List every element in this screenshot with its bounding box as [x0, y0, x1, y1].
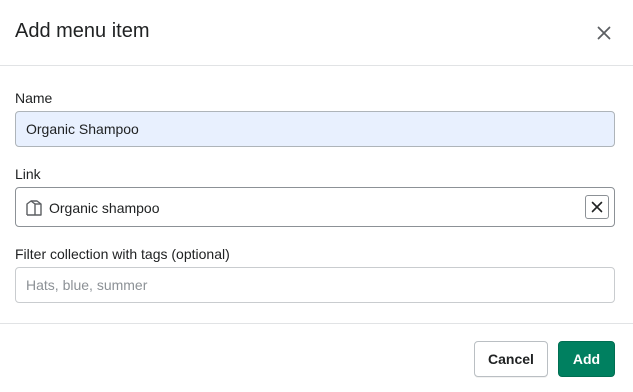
close-button[interactable] [590, 19, 618, 47]
modal-header: Add menu item [0, 0, 633, 66]
close-icon [591, 201, 603, 213]
link-field[interactable]: Organic shampoo [15, 187, 615, 227]
name-input[interactable] [16, 112, 614, 146]
tags-field[interactable] [15, 267, 615, 303]
name-label: Name [15, 90, 53, 106]
clear-link-button[interactable] [585, 195, 609, 219]
collection-icon [26, 200, 42, 216]
tags-input[interactable] [16, 268, 614, 302]
cancel-button[interactable]: Cancel [474, 341, 548, 377]
link-value: Organic shampoo [49, 200, 160, 216]
name-field[interactable] [15, 111, 615, 147]
link-label: Link [15, 166, 41, 182]
modal-title: Add menu item [15, 20, 150, 42]
tags-label: Filter collection with tags (optional) [15, 246, 230, 262]
add-button[interactable]: Add [558, 341, 615, 377]
modal-footer: Cancel Add [0, 323, 633, 392]
close-icon [597, 26, 611, 40]
add-menu-item-modal: Add menu item Name Link Organic shampoo … [0, 0, 633, 392]
